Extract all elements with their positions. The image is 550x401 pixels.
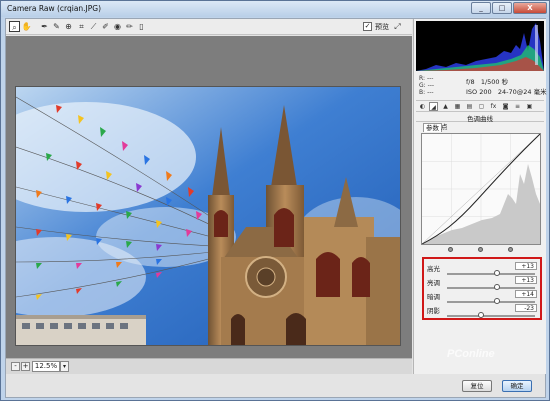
slider-value[interactable]: +14	[515, 290, 537, 298]
g-value: ---	[427, 82, 435, 89]
split-handle-shadows[interactable]	[448, 247, 453, 252]
maximize-button[interactable]: □	[492, 2, 512, 14]
zoom-in-button[interactable]: +	[21, 362, 30, 371]
crop-tool-icon[interactable]: ⌗	[76, 21, 87, 32]
slider-highlights: 高光 +13	[427, 262, 537, 277]
slider-label: 高光	[427, 265, 440, 273]
slider-thumb[interactable]	[493, 284, 500, 290]
slider-track[interactable]	[447, 270, 535, 276]
b-label: B:	[419, 89, 426, 96]
b-value: ---	[427, 89, 434, 96]
tone-curve	[421, 133, 541, 245]
r-label: R:	[419, 75, 426, 82]
zoom-level-field[interactable]: 12.5%	[32, 361, 60, 372]
g-label: G:	[419, 82, 426, 89]
title-bar[interactable]: Camera Raw (crqian.JPG) _ □ X	[1, 1, 549, 17]
window-controls: _ □ X	[471, 2, 547, 14]
slider-label: 阴影	[427, 307, 440, 315]
tone-curve-tab-icon[interactable]: ◢	[429, 102, 438, 111]
tone-curve-sliders: 高光 +13 亮调 +13 暗调 +14 阴影 -23	[422, 257, 542, 320]
adjustment-panel: R: --- G: --- B: --- f/8 1/500 秒 ISO 200…	[413, 19, 547, 374]
color-sampler-tool-icon[interactable]: ✎	[51, 21, 62, 32]
slider-track[interactable]	[447, 312, 535, 318]
rgb-readout: R: --- G: --- B: ---	[419, 75, 434, 96]
gradient-tool-icon[interactable]: ▯	[136, 21, 147, 32]
camera-raw-window: Camera Raw (crqian.JPG) _ □ X ⌕ ✋ ✒ ✎ ⊕ …	[0, 0, 550, 401]
close-button[interactable]: X	[513, 2, 547, 14]
slider-lights: 亮调 +13	[427, 276, 537, 291]
tone-curve-graph[interactable]	[421, 133, 541, 245]
curve-split-handles	[421, 247, 541, 255]
slider-value[interactable]: -23	[515, 304, 537, 312]
lens: 24-70@24 毫米	[497, 88, 547, 96]
camera-calibration-tab-icon[interactable]: ◙	[501, 102, 510, 111]
spot-removal-tool-icon[interactable]: ✐	[100, 21, 111, 32]
image-info: R: --- G: --- B: --- f/8 1/500 秒 ISO 200…	[416, 73, 547, 99]
histogram	[416, 21, 544, 71]
ok-button[interactable]: 确定	[502, 380, 532, 392]
slider-thumb[interactable]	[493, 270, 500, 276]
preview-checkbox[interactable]: ✓	[363, 22, 372, 31]
effects-tab-icon[interactable]: fx	[489, 102, 498, 111]
reset-button[interactable]: 复位	[462, 380, 492, 392]
red-eye-tool-icon[interactable]: ◉	[112, 21, 123, 32]
split-toning-tab-icon[interactable]: ▤	[465, 102, 474, 111]
slider-thumb[interactable]	[478, 312, 485, 318]
slider-value[interactable]: +13	[515, 276, 537, 284]
exposure-info: f/8 1/500 秒	[466, 76, 508, 86]
slider-thumb[interactable]	[493, 298, 500, 304]
tab-point[interactable]: 点	[439, 123, 450, 132]
status-bar: - + 12.5% ▾	[6, 358, 412, 374]
slider-track[interactable]	[447, 284, 535, 290]
aperture: f/8	[466, 78, 475, 86]
fullscreen-icon[interactable]: ⤢	[392, 21, 403, 32]
main-content: ⌕ ✋ ✒ ✎ ⊕ ⌗ ⟋ ✐ ◉ ✏ ▯ ✓ 预览 ⤢ - + 12.5% ▾…	[5, 18, 547, 399]
zoom-dropdown[interactable]: ▾	[60, 361, 69, 372]
targeted-adjustment-tool-icon[interactable]: ⊕	[63, 21, 74, 32]
iso: ISO 200	[466, 88, 492, 96]
image-canvas[interactable]	[6, 36, 412, 374]
slider-label: 暗调	[427, 293, 440, 301]
shutter-speed: 1/500 秒	[480, 78, 509, 86]
preview-label: 预览	[375, 23, 389, 31]
lens-info: ISO 200 24-70@24 毫米	[466, 86, 547, 96]
basic-tab-icon[interactable]: ◐	[418, 102, 427, 111]
dialog-buttons: 复位 确定	[6, 375, 547, 399]
zoom-out-button[interactable]: -	[11, 362, 20, 371]
slider-value[interactable]: +13	[515, 262, 537, 270]
split-handle-highlights[interactable]	[508, 247, 513, 252]
presets-tab-icon[interactable]: ≡	[513, 102, 522, 111]
watermark: PConline	[447, 348, 495, 360]
detail-tab-icon[interactable]: ▲	[441, 102, 450, 111]
r-value: ---	[426, 75, 434, 82]
panel-title: 色调曲线	[416, 113, 544, 123]
minimize-button[interactable]: _	[471, 2, 491, 14]
straighten-tool-icon[interactable]: ⟋	[88, 21, 99, 32]
cathedral-photo	[16, 87, 400, 345]
slider-track[interactable]	[447, 298, 535, 304]
slider-label: 亮调	[427, 279, 440, 287]
hsl-tab-icon[interactable]: ▦	[453, 102, 462, 111]
photo-preview[interactable]	[15, 86, 401, 346]
window-title: Camera Raw (crqian.JPG)	[7, 4, 102, 13]
slider-darks: 暗调 +14	[427, 290, 537, 305]
lens-correction-tab-icon[interactable]: ▢	[477, 102, 486, 111]
panel-tabs: ◐ ◢ ▲ ▦ ▤ ▢ fx ◙ ≡ ▣	[416, 100, 544, 112]
toolbar: ⌕ ✋ ✒ ✎ ⊕ ⌗ ⟋ ✐ ◉ ✏ ▯ ✓ 预览 ⤢	[6, 19, 412, 35]
hand-tool-icon[interactable]: ✋	[21, 21, 32, 32]
split-handle-midtones[interactable]	[478, 247, 483, 252]
slider-shadows: 阴影 -23	[427, 304, 537, 319]
histogram-graph	[416, 23, 544, 71]
brush-tool-icon[interactable]: ✏	[124, 21, 135, 32]
white-balance-tool-icon[interactable]: ✒	[39, 21, 50, 32]
snapshots-tab-icon[interactable]: ▣	[525, 102, 534, 111]
zoom-tool-icon[interactable]: ⌕	[9, 21, 20, 32]
